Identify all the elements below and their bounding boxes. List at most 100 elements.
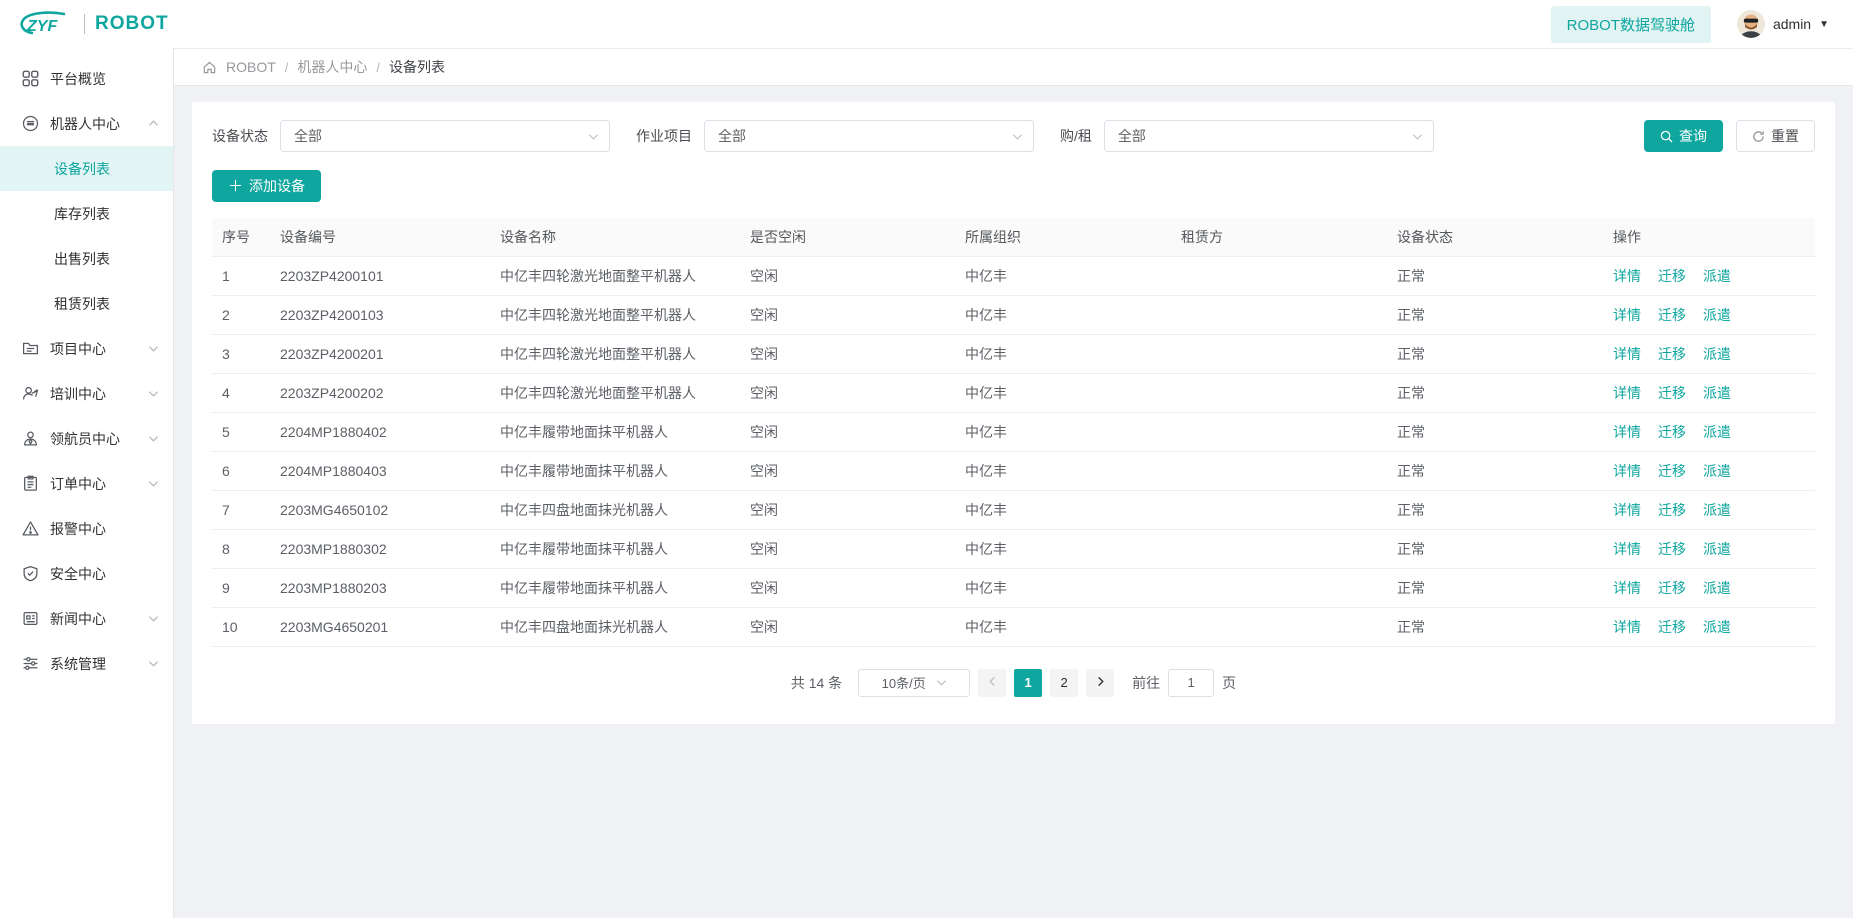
- sidebar-item-security-center[interactable]: 安全中心: [0, 551, 173, 596]
- sidebar-item-news-center[interactable]: 新闻中心: [0, 596, 173, 641]
- migrate-link[interactable]: 迁移: [1658, 385, 1686, 401]
- detail-link[interactable]: 详情: [1613, 502, 1641, 518]
- table-cell: 空闲: [740, 529, 955, 569]
- detail-link[interactable]: 详情: [1613, 619, 1641, 635]
- dispatch-link[interactable]: 派遣: [1703, 268, 1731, 284]
- prev-page-button[interactable]: [978, 668, 1007, 697]
- breadcrumb-item-robot-center[interactable]: 机器人中心: [297, 57, 367, 77]
- migrate-link[interactable]: 迁移: [1658, 580, 1686, 596]
- goto-label: 前往: [1132, 674, 1161, 691]
- sidebar-subitem-device-list[interactable]: 设备列表: [0, 146, 173, 191]
- table-cell: 4: [212, 373, 270, 413]
- migrate-link[interactable]: 迁移: [1658, 463, 1686, 479]
- dispatch-link[interactable]: 派遣: [1703, 502, 1731, 518]
- migrate-link[interactable]: 迁移: [1658, 307, 1686, 323]
- buy-rent-select[interactable]: 全部: [1103, 120, 1434, 152]
- content-area: 设备状态 全部 作业项目 全部 购/租 全部 查询 重置 ＋ 添加设备 序号 设…: [174, 86, 1853, 918]
- sidebar-subitem-inventory-list[interactable]: 库存列表: [0, 191, 173, 236]
- table-cell: 空闲: [740, 490, 955, 530]
- detail-link[interactable]: 详情: [1613, 580, 1641, 596]
- table-row: 4 2203ZP4200202 中亿丰四轮激光地面整平机器人 空闲 中亿丰 正常 详情 迁移 派…: [212, 373, 1815, 413]
- sidebar-item-system-management[interactable]: 系统管理: [0, 641, 173, 686]
- migrate-link[interactable]: 迁移: [1658, 541, 1686, 557]
- breadcrumb-separator: /: [284, 59, 289, 75]
- project-select[interactable]: 全部: [704, 120, 1034, 152]
- goto-page-input[interactable]: [1168, 668, 1215, 697]
- sidebar-item-training-center[interactable]: 培训中心: [0, 371, 173, 416]
- dispatch-link[interactable]: 派遣: [1703, 619, 1731, 635]
- sidebar-subitem-sale-list[interactable]: 出售列表: [0, 236, 173, 281]
- sidebar-subitem-lease-list[interactable]: 租赁列表: [0, 281, 173, 326]
- add-device-button[interactable]: ＋ 添加设备: [212, 170, 322, 202]
- user-menu[interactable]: admin ▼: [1736, 10, 1829, 38]
- table-cell: 中亿丰履带地面抹平机器人: [490, 568, 740, 608]
- sidebar-item-platform-overview[interactable]: 平台概览: [0, 56, 173, 101]
- table-cell-actions: 详情 迁移 派遣: [1603, 295, 1815, 335]
- column-header-device-name: 设备名称: [490, 218, 740, 257]
- detail-link[interactable]: 详情: [1613, 541, 1641, 557]
- home-icon[interactable]: [202, 60, 217, 75]
- table-cell: 中亿丰履带地面抹平机器人: [490, 412, 740, 452]
- sidebar-item-label: 报警中心: [50, 520, 106, 537]
- breadcrumb-item-robot[interactable]: ROBOT: [226, 59, 276, 75]
- select-value: 全部: [294, 128, 322, 144]
- zyf-logo-icon: ZYF: [20, 11, 66, 35]
- data-cockpit-button[interactable]: ROBOT数据驾驶舱: [1550, 5, 1711, 43]
- reset-button[interactable]: 重置: [1736, 120, 1815, 152]
- migrate-link[interactable]: 迁移: [1658, 619, 1686, 635]
- robot-icon: [22, 115, 39, 132]
- table-cell-actions: 详情 迁移 派遣: [1603, 490, 1815, 530]
- migrate-link[interactable]: 迁移: [1658, 502, 1686, 518]
- detail-link[interactable]: 详情: [1613, 307, 1641, 323]
- detail-link[interactable]: 详情: [1613, 385, 1641, 401]
- sidebar-item-order-center[interactable]: 订单中心: [0, 461, 173, 506]
- device-status-select[interactable]: 全部: [280, 120, 610, 152]
- dispatch-link[interactable]: 派遣: [1703, 463, 1731, 479]
- table-row: 10 2203MG4650201 中亿丰四盘地面抹光机器人 空闲 中亿丰 正常 详情 迁移 派遣: [212, 607, 1815, 647]
- table-cell: [1171, 607, 1387, 647]
- sidebar-item-label: 领航员中心: [50, 430, 120, 447]
- page-button-1[interactable]: 1: [1014, 668, 1043, 697]
- table-cell: 7: [212, 490, 270, 530]
- table-cell: 6: [212, 451, 270, 491]
- dispatch-link[interactable]: 派遣: [1703, 346, 1731, 362]
- sidebar-item-project-center[interactable]: 项目中心: [0, 326, 173, 371]
- table-cell: 正常: [1387, 490, 1603, 530]
- device-table: 序号 设备编号 设备名称 是否空闲 所属组织 租赁方 设备状态 操作 1 2203…: [212, 218, 1815, 647]
- detail-link[interactable]: 详情: [1613, 346, 1641, 362]
- detail-link[interactable]: 详情: [1613, 424, 1641, 440]
- migrate-link[interactable]: 迁移: [1658, 424, 1686, 440]
- grid-icon: [22, 70, 39, 87]
- dispatch-link[interactable]: 派遣: [1703, 580, 1731, 596]
- table-cell: 3: [212, 334, 270, 374]
- filter-label: 作业项目: [636, 128, 692, 144]
- sidebar-item-robot-center[interactable]: 机器人中心: [0, 101, 173, 146]
- page-size-select[interactable]: 10条/页: [858, 668, 971, 697]
- detail-link[interactable]: 详情: [1613, 463, 1641, 479]
- dispatch-link[interactable]: 派遣: [1703, 541, 1731, 557]
- table-cell: [1171, 568, 1387, 608]
- sidebar-subitem-label: 出售列表: [54, 250, 110, 267]
- detail-link[interactable]: 详情: [1613, 268, 1641, 284]
- news-icon: [22, 610, 39, 627]
- page-button-2[interactable]: 2: [1050, 668, 1079, 697]
- breadcrumb-item-device-list: 设备列表: [389, 59, 446, 75]
- table-cell: 中亿丰四盘地面抹光机器人: [490, 490, 740, 530]
- migrate-link[interactable]: 迁移: [1658, 346, 1686, 362]
- page-size-value: 10条/页: [881, 676, 926, 691]
- sidebar-item-alarm-center[interactable]: 报警中心: [0, 506, 173, 551]
- table-cell: 中亿丰四盘地面抹光机器人: [490, 607, 740, 647]
- table-cell: 2: [212, 295, 270, 335]
- migrate-link[interactable]: 迁移: [1658, 268, 1686, 284]
- column-header-index: 序号: [212, 218, 270, 257]
- column-header-actions: 操作: [1603, 218, 1815, 257]
- table-cell: 空闲: [740, 607, 955, 647]
- dispatch-link[interactable]: 派遣: [1703, 307, 1731, 323]
- sidebar-item-pilot-center[interactable]: 领航员中心: [0, 416, 173, 461]
- table-cell: 2204MP1880403: [270, 451, 490, 491]
- dispatch-link[interactable]: 派遣: [1703, 385, 1731, 401]
- dispatch-link[interactable]: 派遣: [1703, 424, 1731, 440]
- shield-check-icon: [22, 565, 39, 582]
- next-page-button[interactable]: [1086, 668, 1115, 697]
- search-button[interactable]: 查询: [1644, 120, 1723, 152]
